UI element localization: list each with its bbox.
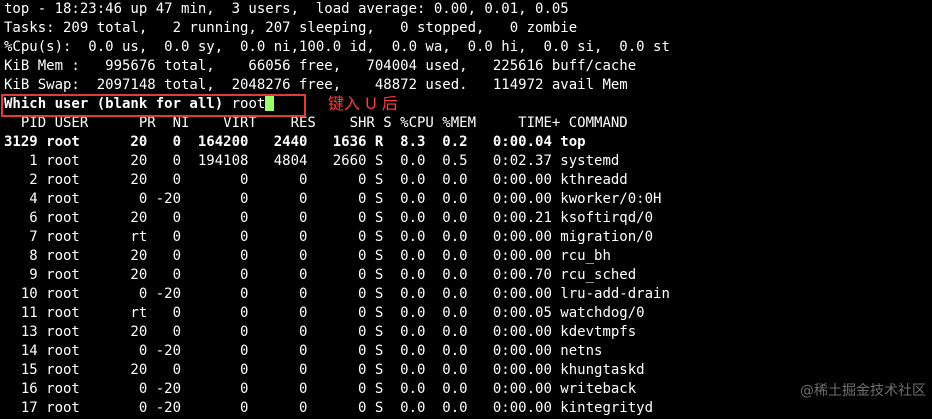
- table-row[interactable]: 7 root rt 0 0 0 0 S 0.0 0.0 0:00.00 migr…: [4, 228, 932, 247]
- table-row[interactable]: 4 root 0 -20 0 0 0 S 0.0 0.0 0:00.00 kwo…: [4, 190, 932, 209]
- table-row[interactable]: 1 root 20 0 194108 4804 2660 S 0.0 0.5 0…: [4, 152, 932, 171]
- table-row[interactable]: 14 root 0 -20 0 0 0 S 0.0 0.0 0:00.00 ne…: [4, 342, 932, 361]
- tasks-line: Tasks: 209 total, 2 running, 207 sleepin…: [4, 20, 578, 36]
- table-row[interactable]: 8 root 20 0 0 0 0 S 0.0 0.0 0:00.00 rcu_…: [4, 247, 932, 266]
- process-list: 3129 root 20 0 164200 2440 1636 R 8.3 0.…: [4, 133, 932, 418]
- table-row[interactable]: 10 root 0 -20 0 0 0 S 0.0 0.0 0:00.00 lr…: [4, 285, 932, 304]
- table-row[interactable]: 11 root rt 0 0 0 0 S 0.0 0.0 0:00.05 wat…: [4, 304, 932, 323]
- highlight-box: [1, 94, 306, 117]
- mem-line: KiB Mem : 995676 total, 66056 free, 7040…: [4, 58, 637, 74]
- table-row[interactable]: 3129 root 20 0 164200 2440 1636 R 8.3 0.…: [4, 133, 932, 152]
- terminal[interactable]: top - 18:23:46 up 47 min, 3 users, load …: [4, 0, 932, 418]
- table-row[interactable]: 15 root 20 0 0 0 0 S 0.0 0.0 0:00.00 khu…: [4, 361, 932, 380]
- table-row[interactable]: 9 root 20 0 0 0 0 S 0.0 0.0 0:00.70 rcu_…: [4, 266, 932, 285]
- cpu-line: %Cpu(s): 0.0 us, 0.0 sy, 0.0 ni,100.0 id…: [4, 39, 670, 55]
- swap-line: KiB Swap: 2097148 total, 2048276 free, 4…: [4, 77, 628, 93]
- annotation-text: 键入 U 后: [328, 94, 398, 113]
- uptime-line: top - 18:23:46 up 47 min, 3 users, load …: [4, 1, 569, 17]
- table-row[interactable]: 2 root 20 0 0 0 0 S 0.0 0.0 0:00.00 kthr…: [4, 171, 932, 190]
- table-row[interactable]: 17 root 0 -20 0 0 0 S 0.0 0.0 0:00.00 ki…: [4, 399, 932, 418]
- table-row[interactable]: 6 root 20 0 0 0 0 S 0.0 0.0 0:00.21 ksof…: [4, 209, 932, 228]
- table-row[interactable]: 16 root 0 -20 0 0 0 S 0.0 0.0 0:00.00 wr…: [4, 380, 932, 399]
- watermark: @稀土掘金技术社区: [800, 383, 926, 399]
- table-row[interactable]: 13 root 20 0 0 0 0 S 0.0 0.0 0:00.00 kde…: [4, 323, 932, 342]
